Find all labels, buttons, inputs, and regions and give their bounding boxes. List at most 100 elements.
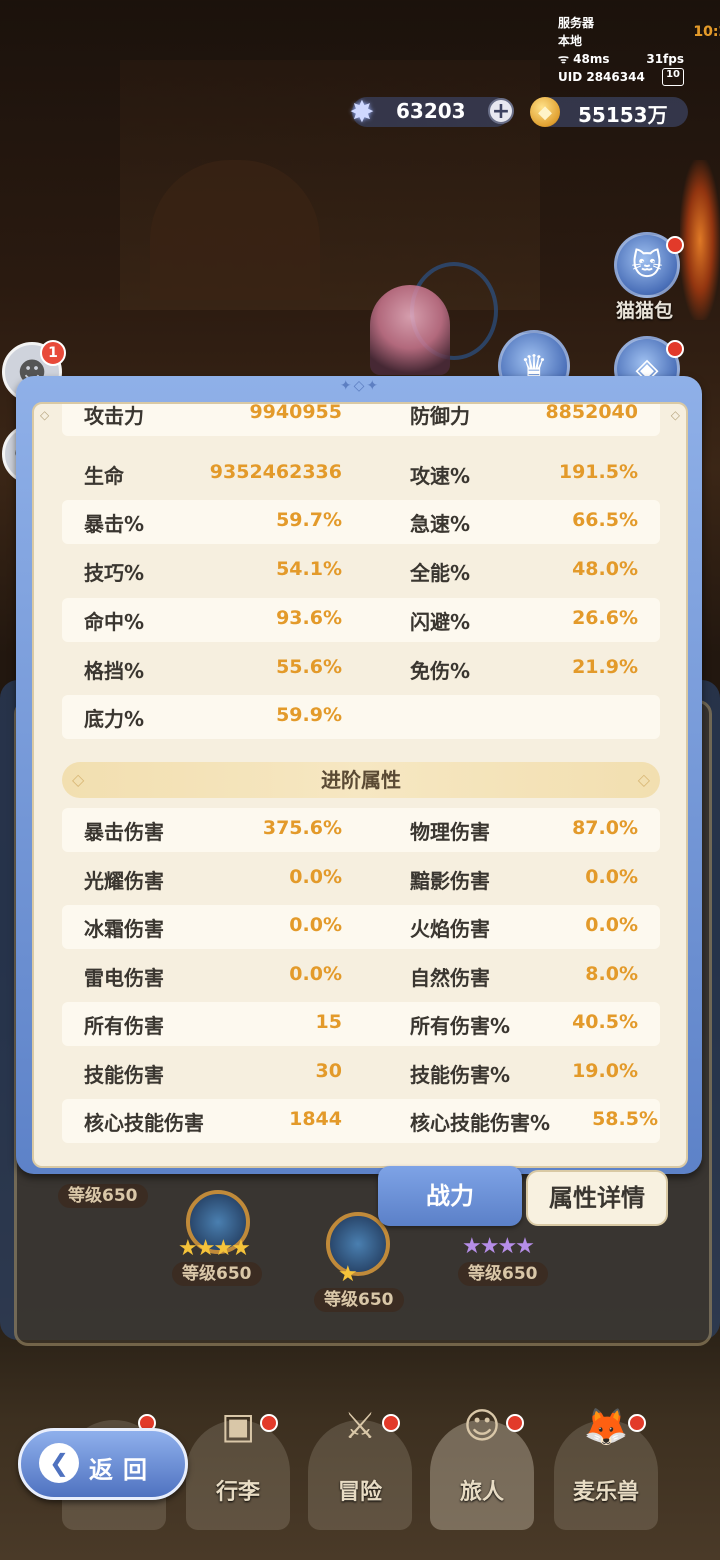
tab-attribute-detail[interactable]: 属性详情 <box>526 1170 668 1226</box>
stat-value: 0.0% <box>585 914 638 936</box>
star-crystal-icon: ✸ <box>349 94 375 130</box>
stat-row: 所有伤害 15 所有伤害% 40.5% <box>62 1002 660 1046</box>
stat-label: 光耀伤害 <box>84 869 164 893</box>
stat-value: 8.0% <box>585 963 638 985</box>
stat-row: 雷电伤害 0.0% 自然伤害 8.0% <box>62 954 660 998</box>
stat-value: 66.5% <box>572 509 638 531</box>
stat-row: 格挡% 55.6% 免伤% 21.9% <box>62 647 660 691</box>
level-tag: 等级650 <box>172 1262 262 1286</box>
stat-value: 8852040 <box>545 402 638 423</box>
fps-value: 31fps <box>646 52 684 66</box>
stat-row: 技能伤害 30 技能伤害% 19.0% <box>62 1051 660 1095</box>
stat-label: 冰霜伤害 <box>84 917 164 941</box>
battery-icon: 10 <box>662 68 684 86</box>
stat-label: 攻击力 <box>84 404 144 428</box>
coin-icon: ◆ <box>530 97 560 127</box>
add-gems-button[interactable]: + <box>488 98 514 124</box>
stat-row: 暴击% 59.7% 急速% 66.5% <box>62 500 660 544</box>
stat-value: 375.6% <box>262 817 342 839</box>
star-rating: ★★★★ <box>178 1236 251 1261</box>
diamond-ornament-icon: ◇ <box>72 770 85 789</box>
stat-value: 58.5% <box>592 1108 658 1130</box>
stat-label: 技巧% <box>84 561 145 585</box>
level-tag: 等级650 <box>458 1262 548 1286</box>
stat-value: 9352462336 <box>209 461 342 483</box>
stat-value: 1844 <box>289 1108 342 1130</box>
status-overlay: 服务器10:28 本地10:28 ᯤ 48ms31fps UID 2846344… <box>558 14 720 86</box>
stat-value: 9940955 <box>249 402 342 423</box>
stat-label: 暴击伤害 <box>84 820 164 844</box>
stat-row: 命中% 93.6% 闪避% 26.6% <box>62 598 660 642</box>
stat-label: 格挡% <box>84 659 145 683</box>
stat-value: 0.0% <box>289 963 342 985</box>
stat-row: 光耀伤害 0.0% 黯影伤害 0.0% <box>62 857 660 901</box>
stat-value: 93.6% <box>276 607 342 629</box>
notification-dot <box>628 1414 646 1432</box>
stat-value: 21.9% <box>572 656 638 678</box>
section-title: 进阶属性 <box>321 768 401 792</box>
stat-row: 底力% 59.9% <box>62 695 660 739</box>
stat-value: 40.5% <box>572 1011 638 1033</box>
nav-label-adventure: 冒险 <box>337 1480 382 1505</box>
stat-row: 生命 9352462336 攻速% 191.5% <box>62 452 660 496</box>
corner-ornament: ◇ <box>40 408 50 422</box>
notification-badge: 1 <box>40 340 66 366</box>
stat-value: 0.0% <box>585 866 638 888</box>
stat-value: 19.0% <box>572 1060 638 1082</box>
tab-power[interactable]: 战力 <box>378 1166 522 1226</box>
stat-row: 暴击伤害 375.6% 物理伤害 87.0% <box>62 808 660 852</box>
stats-scroll-area[interactable]: ◇ ◇ 攻击力 9940955 防御力 8852040 生命 935246233… <box>32 402 688 1168</box>
stat-row: 攻击力 9940955 防御力 8852040 <box>62 402 660 436</box>
stat-row: 核心技能伤害 1844 核心技能伤害% 58.5% <box>62 1099 660 1143</box>
stat-row: 冰霜伤害 0.0% 火焰伤害 0.0% <box>62 905 660 949</box>
panel-ornament: ✦◇✦ <box>339 378 381 394</box>
stat-value: 55.6% <box>276 656 342 678</box>
stat-value: 191.5% <box>558 461 638 483</box>
stat-value: 30 <box>315 1060 342 1082</box>
stat-label: 所有伤害 <box>84 1014 164 1038</box>
back-arrow-icon: ❮ <box>39 1443 79 1483</box>
background-fire <box>680 160 720 320</box>
back-button[interactable]: ❮ 返回 <box>18 1428 188 1500</box>
stat-label: 技能伤害 <box>84 1063 164 1087</box>
coin-amount: 55153万 <box>578 103 668 127</box>
cat-icon: 🐱 <box>631 247 663 283</box>
nav-label-luggage: 行李 <box>215 1480 260 1505</box>
notification-dot <box>506 1414 524 1432</box>
stat-label: 暴击% <box>84 512 145 536</box>
back-label: 返回 <box>89 1456 157 1484</box>
background-arch <box>150 160 320 300</box>
cat-bag-label: 猫猫包 <box>616 300 674 322</box>
gem-currency: ✸ 63203 + <box>349 95 514 130</box>
nav-label-traveler: 旅人 <box>459 1480 504 1505</box>
advanced-attributes-header: ◇ 进阶属性 ◇ <box>62 762 660 798</box>
star-rating: ★ <box>338 1262 358 1287</box>
stat-value: 0.0% <box>289 914 342 936</box>
notification-dot <box>260 1414 278 1432</box>
level-tag: 等级650 <box>314 1288 404 1312</box>
stat-label: 生命 <box>84 464 124 488</box>
stat-value: 87.0% <box>572 817 638 839</box>
star-rating: ★★★★ <box>462 1234 535 1259</box>
gem-amount: 63203 <box>396 99 466 123</box>
notification-dot <box>382 1414 400 1432</box>
stat-value: 0.0% <box>289 866 342 888</box>
stat-label: 命中% <box>84 610 145 634</box>
notification-dot <box>666 340 684 358</box>
stat-value: 15 <box>315 1011 342 1033</box>
diamond-ornament-icon: ◇ <box>637 770 650 789</box>
stat-label: 底力% <box>84 707 145 731</box>
stat-row: 技巧% 54.1% 全能% 48.0% <box>62 549 660 593</box>
stat-label: 雷电伤害 <box>84 966 164 990</box>
character-sprite <box>370 285 450 375</box>
local-time: 10:28 <box>693 24 720 40</box>
stat-value: 54.1% <box>276 558 342 580</box>
notification-dot <box>666 236 684 254</box>
stat-value: 26.6% <box>572 607 638 629</box>
ping-value: 48ms <box>573 52 610 66</box>
level-tag: 等级650 <box>58 1184 148 1208</box>
stat-value: 59.7% <box>276 509 342 531</box>
nav-label-pet: 麦乐兽 <box>572 1480 639 1505</box>
coin-currency: ◆ 55153万 <box>530 97 688 127</box>
wifi-icon: ᯤ <box>558 52 569 66</box>
